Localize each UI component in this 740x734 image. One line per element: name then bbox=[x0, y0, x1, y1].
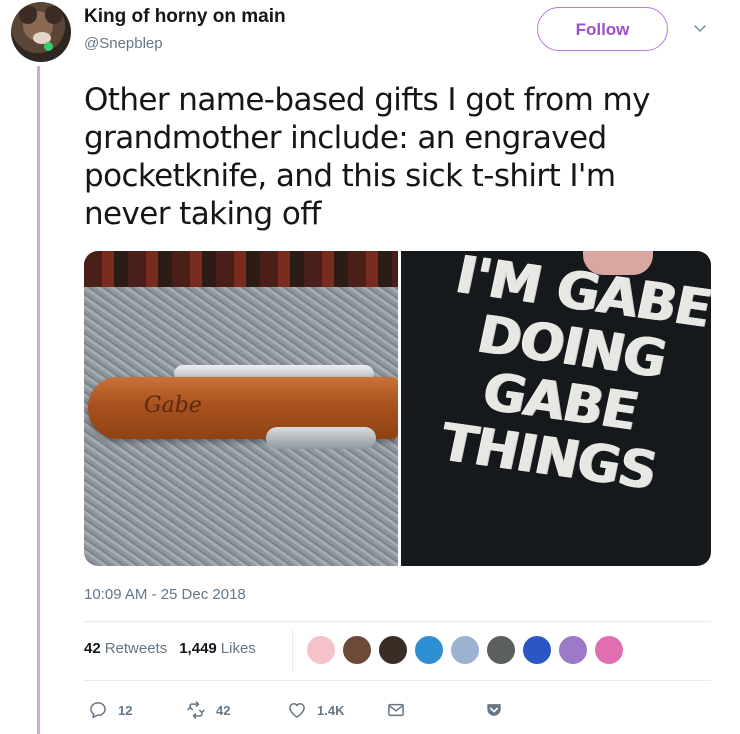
retweet-count: 42 bbox=[216, 702, 231, 718]
knife-engraving: Gabe bbox=[144, 393, 202, 418]
save-to-pocket-button[interactable] bbox=[484, 700, 514, 720]
chevron-down-icon[interactable] bbox=[692, 20, 708, 36]
avatar-gem bbox=[44, 42, 53, 51]
tweet-actions: 12 42 1.4K bbox=[84, 700, 711, 724]
liker-avatar-5[interactable] bbox=[449, 634, 481, 666]
liker-avatar-2[interactable] bbox=[341, 634, 373, 666]
shirt-photo[interactable]: I'M GABE DOING GABE THINGS bbox=[401, 251, 711, 566]
avatar[interactable] bbox=[11, 2, 71, 62]
like-button[interactable]: 1.4K bbox=[287, 700, 344, 720]
pocket-icon bbox=[487, 704, 501, 716]
user-handle[interactable]: @Snepblep bbox=[84, 35, 163, 52]
stats-divider bbox=[292, 630, 293, 672]
likes-label: Likes bbox=[220, 640, 256, 657]
retweets-label: Retweets bbox=[104, 640, 168, 657]
retweets-count: 42 bbox=[84, 640, 101, 657]
tweet-media[interactable]: Gabe I'M GABE DOING GABE THINGS bbox=[84, 251, 711, 566]
liker-avatar-8[interactable] bbox=[557, 634, 589, 666]
retweets-stat[interactable]: 42 Retweets bbox=[84, 640, 167, 657]
reply-count: 12 bbox=[118, 702, 133, 718]
follow-button[interactable]: Follow bbox=[537, 7, 668, 51]
tweet-timestamp[interactable]: 10:09 AM - 25 Dec 2018 bbox=[84, 586, 246, 603]
liker-avatar-9[interactable] bbox=[593, 634, 625, 666]
envelope-icon bbox=[388, 703, 404, 717]
reply-button[interactable]: 12 bbox=[88, 700, 132, 720]
liker-avatar-6[interactable] bbox=[485, 634, 517, 666]
knife-photo[interactable]: Gabe bbox=[84, 251, 398, 566]
liker-avatars bbox=[305, 634, 629, 666]
like-count: 1.4K bbox=[317, 702, 345, 718]
liker-avatar-7[interactable] bbox=[521, 634, 553, 666]
liker-avatar-1[interactable] bbox=[305, 634, 337, 666]
knife-tool bbox=[266, 427, 376, 449]
likes-count: 1,449 bbox=[179, 640, 217, 657]
retweet-icon bbox=[187, 701, 205, 719]
shirt-print: I'M GABE DOING GABE THINGS bbox=[409, 251, 711, 504]
reply-icon bbox=[90, 702, 106, 719]
retweet-button[interactable]: 42 bbox=[186, 700, 230, 720]
thread-line bbox=[37, 66, 40, 734]
liker-avatar-4[interactable] bbox=[413, 634, 445, 666]
display-name[interactable]: King of horny on main bbox=[84, 6, 286, 28]
heart-icon bbox=[289, 703, 305, 718]
tweet-stats: 42 Retweets 1,449 Likes bbox=[84, 640, 256, 657]
liker-avatar-3[interactable] bbox=[377, 634, 409, 666]
direct-message-button[interactable] bbox=[386, 700, 416, 720]
tweet-text: Other name-based gifts I got from my gra… bbox=[84, 82, 650, 232]
avatar-ear bbox=[19, 6, 37, 24]
divider bbox=[84, 621, 711, 622]
avatar-ear bbox=[45, 6, 63, 24]
divider bbox=[84, 680, 711, 681]
likes-stat[interactable]: 1,449 Likes bbox=[179, 640, 256, 657]
rug-pattern bbox=[84, 251, 398, 287]
